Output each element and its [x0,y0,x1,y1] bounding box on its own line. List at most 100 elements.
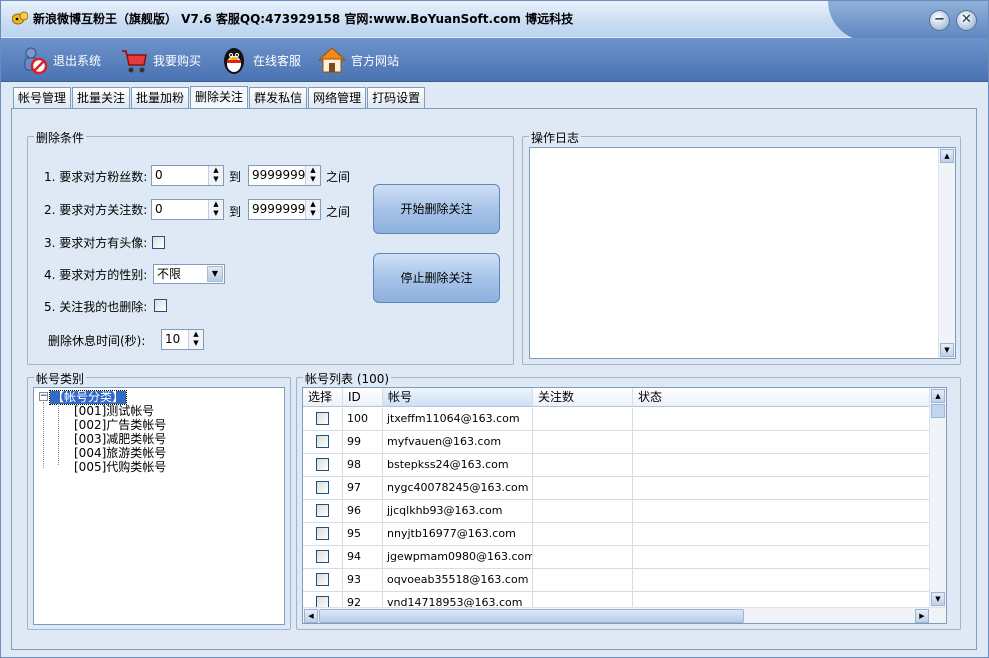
follows-cell [533,569,633,592]
row-select-checkbox[interactable] [316,412,329,425]
column-header-follows[interactable]: 关注数 [533,388,633,407]
tree-node[interactable]: [005]代购类帐号 [74,461,166,474]
status-cell [633,500,933,523]
between-text: 之间 [326,205,351,219]
official-site-label: 官方网站 [351,53,400,68]
chevron-down-icon[interactable]: ▼ [207,266,223,282]
delete-follow-panel: 删除条件 1. 要求对方粉丝数: 0 ▲ ▼ 到 99999998 ▲ ▼ 之间 2… [11,108,977,650]
avatar-checkbox[interactable] [152,236,165,249]
stepper-arrows[interactable]: ▲ ▼ [305,200,320,219]
scroll-up-arrow[interactable]: ▲ [931,389,945,403]
operation-log-title: 操作日志 [529,129,582,146]
tab-network-management[interactable]: 网络管理 [308,87,367,109]
row-select-checkbox[interactable] [316,481,329,494]
row-select-checkbox[interactable] [316,527,329,540]
stepper-arrows[interactable]: ▲ ▼ [208,200,223,219]
follows-cell [533,408,633,431]
table-row[interactable]: 99 myfvauen@163.com [303,431,933,454]
tree-node[interactable]: [003]减肥类帐号 [74,433,166,446]
table-row[interactable]: 100 jtxeffm11064@163.com [303,408,933,431]
scroll-thumb[interactable] [931,404,945,418]
tab-delete-follow[interactable]: 删除关注 [190,86,249,109]
row-select-checkbox[interactable] [316,435,329,448]
mutual-follow-checkbox[interactable] [154,299,167,312]
status-cell [633,546,933,569]
tree-line [43,402,44,468]
delete-conditions-title: 删除条件 [34,129,87,146]
tree-collapse-toggle[interactable]: − [39,392,48,401]
table-row[interactable]: 94 jgewpmam0980@163.com [303,546,933,569]
row-select-checkbox[interactable] [316,573,329,586]
tab-account-management[interactable]: 帐号管理 [13,87,72,109]
stepper-arrows[interactable]: ▲ ▼ [305,166,320,185]
scroll-thumb[interactable] [319,609,744,623]
tree-node[interactable]: [001]测试帐号 [74,405,154,418]
select-cell [303,569,343,592]
column-header-account[interactable]: 帐号 [383,388,533,407]
online-service-label: 在线客服 [253,53,302,68]
scroll-left-arrow[interactable]: ◀ [304,609,318,623]
stepper-arrows[interactable]: ▲ ▼ [188,330,203,349]
follow-max-stepper[interactable]: 99999998 ▲ ▼ [248,199,321,220]
tree-root-node[interactable]: 【帐号分类】 [48,390,128,405]
tab-strip: 帐号管理 批量关注 批量加粉 删除关注 群发私信 网络管理 打码设置 [13,86,426,109]
close-button[interactable]: ✕ [956,10,977,31]
minimize-button[interactable]: − [929,10,950,31]
select-cell [303,477,343,500]
title-bar: 新浪微博互粉王（旗舰版） V7.6 客服QQ:473929158 官网:www.… [1,1,988,41]
exit-system-button[interactable]: 退出系统 [19,44,101,76]
buy-label: 我要购买 [153,53,202,68]
follows-cell [533,431,633,454]
account-cell: nygc40078245@163.com [383,477,533,500]
fans-min-stepper[interactable]: 0 ▲ ▼ [151,165,224,186]
buy-button[interactable]: 我要购买 [119,44,201,76]
scroll-up-arrow[interactable]: ▲ [940,149,954,163]
scroll-right-arrow[interactable]: ▶ [915,609,929,623]
tab-batch-add-fans[interactable]: 批量加粉 [131,87,190,109]
gender-select[interactable]: 不限 ▼ [153,264,225,284]
row-select-checkbox[interactable] [316,504,329,517]
official-site-button[interactable]: 官方网站 [317,44,399,76]
operation-log-textarea[interactable]: ▲ ▼ [529,147,956,359]
table-row[interactable]: 96 jjcqlkhb93@163.com [303,500,933,523]
tab-captcha-settings[interactable]: 打码设置 [367,87,426,109]
row-select-checkbox[interactable] [316,550,329,563]
table-row[interactable]: 93 oqvoeab35518@163.com [303,569,933,592]
scroll-down-arrow[interactable]: ▼ [931,592,945,606]
status-cell [633,569,933,592]
rest-time-value: 10 [165,332,181,346]
start-delete-button[interactable]: 开始删除关注 [373,184,500,234]
table-row[interactable]: 95 nnyjtb16977@163.com [303,523,933,546]
follow-min-stepper[interactable]: 0 ▲ ▼ [151,199,224,220]
tab-mass-message[interactable]: 群发私信 [249,87,308,109]
window-title: 新浪微博互粉王（旗舰版） V7.6 客服QQ:473929158 官网:www.… [33,12,574,26]
stepper-arrows[interactable]: ▲ ▼ [208,166,223,185]
cart-icon [122,50,147,73]
rest-time-stepper[interactable]: 10 ▲ ▼ [161,329,204,350]
tree-node[interactable]: [002]广告类帐号 [74,419,166,432]
table-horizontal-scrollbar[interactable]: ◀ ▶ [303,607,946,623]
table-vertical-scrollbar[interactable]: ▲ ▼ [929,388,946,607]
select-cell [303,454,343,477]
row-select-checkbox[interactable] [316,458,329,471]
tab-batch-follow[interactable]: 批量关注 [72,87,131,109]
column-header-select[interactable]: 选择 [303,388,343,407]
table-row[interactable]: 98 bstepkss24@163.com [303,454,933,477]
id-cell: 100 [343,408,383,431]
column-header-id[interactable]: ID [343,388,383,407]
tree-node[interactable]: [004]旅游类帐号 [74,447,166,460]
category-tree[interactable]: − 【帐号分类】 [001]测试帐号 [002]广告类帐号 [003]减肥类帐号… [33,387,285,625]
table-row[interactable]: 97 nygc40078245@163.com [303,477,933,500]
follows-cell [533,546,633,569]
mutual-follow-label: 5. 关注我的也删除: [44,300,148,314]
stop-delete-button[interactable]: 停止删除关注 [373,253,500,303]
account-cell: jjcqlkhb93@163.com [383,500,533,523]
scroll-down-arrow[interactable]: ▼ [940,343,954,357]
to-text: 到 [229,205,242,219]
log-scrollbar[interactable]: ▲ ▼ [938,148,955,358]
follows-cell [533,500,633,523]
column-header-status[interactable]: 状态 [633,388,933,407]
fans-max-stepper[interactable]: 99999998 ▲ ▼ [248,165,321,186]
follows-cell [533,477,633,500]
online-service-button[interactable]: 在线客服 [219,44,301,76]
